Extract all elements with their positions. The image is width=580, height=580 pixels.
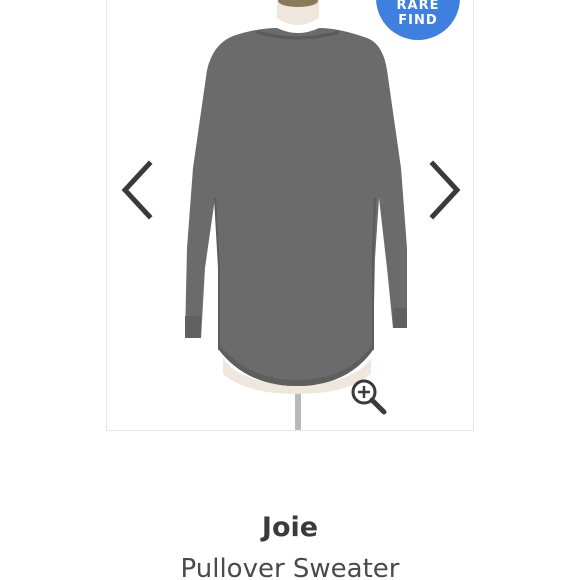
- next-image-button[interactable]: [425, 160, 465, 220]
- sweater-right-seam: [372, 197, 376, 350]
- chevron-right-icon: [429, 160, 461, 220]
- zoom-in-icon: [351, 379, 387, 415]
- badge-line-2: FIND: [398, 13, 438, 28]
- product-page: RARE FIND Joie Pullover Sweater: [0, 0, 580, 580]
- product-image-card: [106, 0, 474, 431]
- sweater-right-cuff: [393, 308, 407, 328]
- previous-image-button[interactable]: [117, 160, 157, 220]
- badge-line-1: RARE: [396, 0, 440, 13]
- chevron-left-icon: [121, 160, 153, 220]
- product-brand: Joie: [261, 512, 319, 543]
- product-photo: [185, 0, 407, 430]
- zoom-in-button[interactable]: [348, 376, 388, 416]
- product-name: Pullover Sweater: [180, 554, 400, 580]
- sweater-left-cuff: [185, 316, 201, 338]
